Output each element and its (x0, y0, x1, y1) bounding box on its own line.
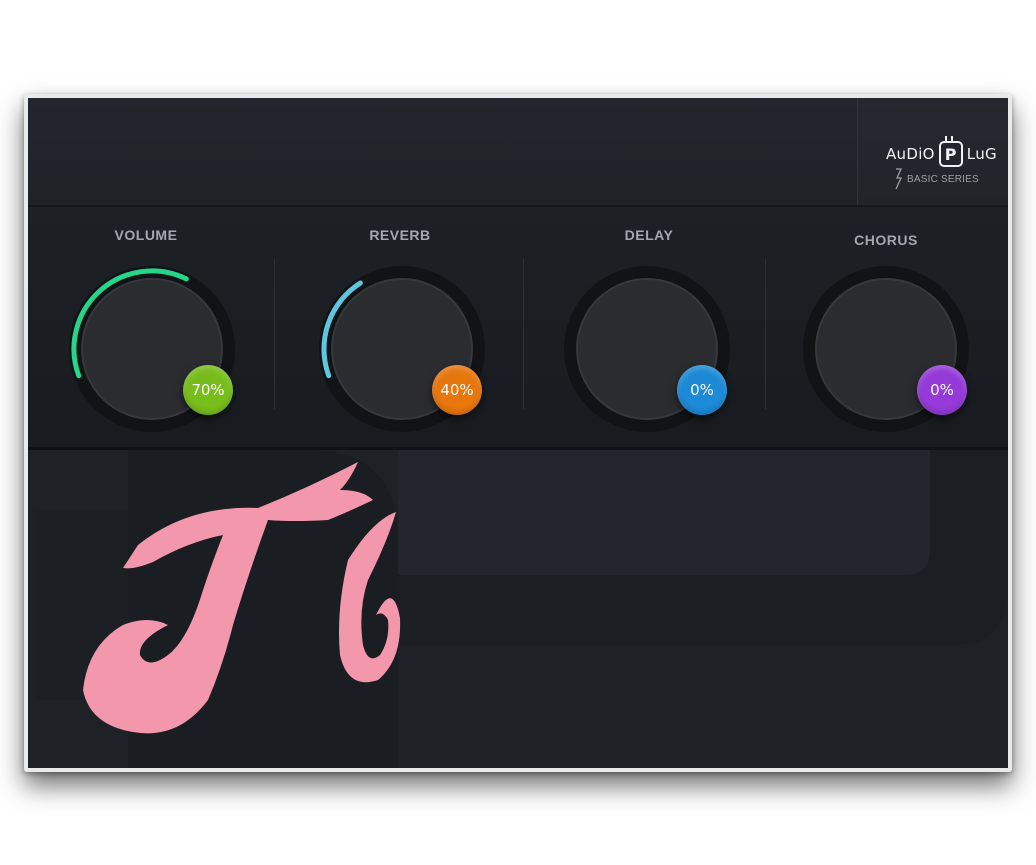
watermark-area (28, 450, 1008, 768)
plugin-panel: AuDiO P LuG BASIC SERIES VOLUME 70% REVE… (28, 98, 1008, 768)
series-label: BASIC SERIES (894, 168, 979, 190)
delay-value-badge: 0% (677, 365, 727, 415)
lightning-icon (895, 168, 903, 190)
knob-section: VOLUME 70% REVERB 40% DELAY 0% CHORUS 0% (28, 207, 1008, 450)
reverb-label: REVERB (369, 227, 431, 243)
chorus-label: CHORUS (854, 232, 918, 248)
reverb-value-badge: 40% (432, 365, 482, 415)
delay-label: DELAY (624, 227, 674, 243)
plugin-window: AuDiO P LuG BASIC SERIES VOLUME 70% REVE… (24, 94, 1012, 772)
logo-text-right: LuG (966, 145, 997, 163)
logo-text-left: AuDiO (886, 145, 935, 163)
chorus-value-badge: 0% (917, 365, 967, 415)
header-bar: AuDiO P LuG BASIC SERIES (28, 98, 1008, 207)
section-divider (274, 259, 275, 409)
brand-area: AuDiO P LuG BASIC SERIES (857, 98, 1008, 205)
series-text: BASIC SERIES (907, 173, 979, 185)
section-divider (765, 259, 766, 409)
audio-plug-logo-icon: AuDiO P LuG (886, 136, 997, 168)
brush-logo-icon (83, 462, 401, 734)
volume-label: VOLUME (114, 227, 178, 243)
section-divider (523, 259, 524, 409)
volume-value-badge: 70% (183, 365, 233, 415)
logo-plug-letter: P (938, 136, 963, 167)
